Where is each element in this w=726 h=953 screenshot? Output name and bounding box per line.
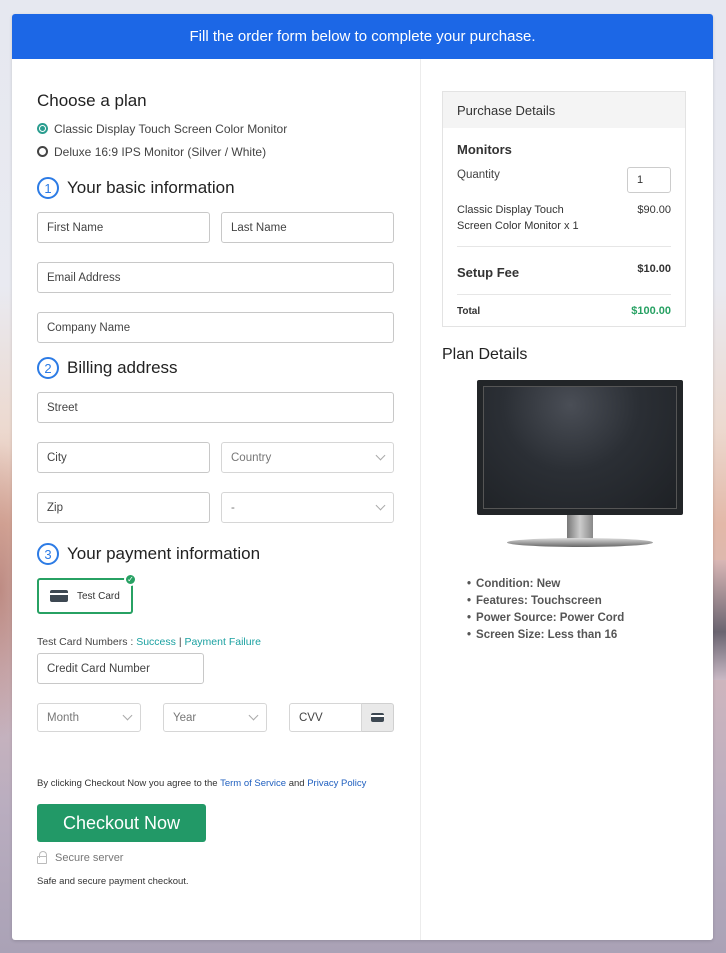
choose-plan-title: Choose a plan <box>37 91 147 110</box>
plan-details-title: Plan Details <box>442 346 528 363</box>
setup-fee-label: Setup Fee <box>457 265 520 280</box>
radio-unselected-icon[interactable] <box>37 146 48 157</box>
chevron-down-icon <box>248 710 259 721</box>
checkout-now-button[interactable]: Checkout Now <box>37 804 206 842</box>
cvv-input[interactable] <box>289 703 362 732</box>
line-item-name: Classic Display Touch Screen Color Monit… <box>457 204 579 232</box>
state-select-value: - <box>231 501 235 514</box>
header-banner: Fill the order form below to complete yo… <box>12 14 713 59</box>
state-select[interactable]: - <box>221 492 394 523</box>
section-title: Billing address <box>67 358 178 377</box>
secure-server: Secure server <box>37 851 420 864</box>
month-select[interactable]: Month <box>37 703 141 732</box>
total-row: Total $100.00 <box>457 295 671 326</box>
payment-heading: 3 Your payment information <box>37 543 420 565</box>
line-item: Classic Display Touch Screen Color Monit… <box>457 202 671 247</box>
quantity-label: Quantity <box>457 169 500 181</box>
checkmark-icon: ✓ <box>124 573 137 586</box>
monitor-base <box>507 538 653 547</box>
section-title: Your basic information <box>67 178 235 197</box>
chevron-down-icon <box>122 710 133 721</box>
plan-option-deluxe[interactable]: Deluxe 16:9 IPS Monitor (Silver / White) <box>37 140 420 163</box>
test-numbers-label: Test Card Numbers : <box>37 636 134 648</box>
payment-method-label: Test Card <box>77 590 120 602</box>
first-name-input[interactable] <box>37 212 210 243</box>
feature-item: Features: Touchscreen <box>467 593 688 610</box>
step-number-icon: 2 <box>37 357 59 379</box>
terms-of-service-link[interactable]: Term of Service <box>220 778 286 789</box>
terms-and: and <box>288 778 305 789</box>
setup-fee-row: Setup Fee $10.00 <box>457 247 671 295</box>
payment-failure-link[interactable]: Payment Failure <box>184 636 260 648</box>
feature-item: Screen Size: Less than 16 <box>467 627 688 644</box>
year-select[interactable]: Year <box>163 703 267 732</box>
step-number-icon: 3 <box>37 543 59 565</box>
monitor-stand <box>567 515 593 540</box>
quantity-input[interactable] <box>627 167 671 193</box>
billing-heading: 2 Billing address <box>37 357 420 379</box>
chevron-down-icon <box>375 500 386 511</box>
cvv-help-button[interactable] <box>362 703 394 732</box>
purchase-details-title: Purchase Details <box>443 92 685 128</box>
separator: | <box>178 636 182 648</box>
credit-card-icon <box>50 590 68 602</box>
feature-item: Condition: New <box>467 576 688 593</box>
cvv-group <box>289 703 394 732</box>
setup-fee-value: $10.00 <box>637 263 671 275</box>
last-name-input[interactable] <box>221 212 394 243</box>
card-number-input[interactable] <box>37 653 204 684</box>
city-input[interactable] <box>37 442 210 473</box>
purchase-details-box: Purchase Details Monitors Quantity Class… <box>442 91 686 327</box>
success-link[interactable]: Success <box>136 636 176 648</box>
lock-icon <box>37 851 47 864</box>
plan-option-label: Classic Display Touch Screen Color Monit… <box>54 121 288 136</box>
country-select-value: Country <box>231 451 272 464</box>
payment-method-test-card[interactable]: Test Card ✓ <box>37 573 137 614</box>
email-input[interactable] <box>37 262 394 293</box>
step-number-icon: 1 <box>37 177 59 199</box>
credit-card-icon <box>371 713 384 722</box>
test-card-numbers: Test Card Numbers : Success | Payment Fa… <box>37 636 420 648</box>
product-category: Monitors <box>457 142 512 157</box>
privacy-policy-link[interactable]: Privacy Policy <box>307 778 366 789</box>
safe-checkout-text: Safe and secure payment checkout. <box>37 876 189 887</box>
total-value: $100.00 <box>631 305 671 317</box>
company-input[interactable] <box>37 312 394 343</box>
year-select-value: Year <box>173 711 197 724</box>
plan-features-list: Condition: New Features: Touchscreen Pow… <box>467 576 688 644</box>
banner-text: Fill the order form below to complete yo… <box>189 28 536 45</box>
total-label: Total <box>457 305 481 317</box>
line-item-price: $90.00 <box>637 204 671 216</box>
month-select-value: Month <box>47 711 79 724</box>
feature-item: Power Source: Power Cord <box>467 610 688 627</box>
form-column: Choose a plan Classic Display Touch Scre… <box>12 59 421 940</box>
zip-input[interactable] <box>37 492 210 523</box>
section-title: Your payment information <box>67 544 261 563</box>
plan-option-label: Deluxe 16:9 IPS Monitor (Silver / White) <box>54 144 267 159</box>
plan-option-classic[interactable]: Classic Display Touch Screen Color Monit… <box>37 117 420 140</box>
street-input[interactable] <box>37 392 394 423</box>
summary-column: Purchase Details Monitors Quantity Class… <box>421 59 713 940</box>
order-form-card: Fill the order form below to complete yo… <box>12 14 713 940</box>
monitor-image <box>477 380 685 552</box>
basic-info-heading: 1 Your basic information <box>37 177 420 199</box>
radio-selected-icon[interactable] <box>37 123 48 134</box>
terms-text: By clicking Checkout Now you agree to th… <box>37 778 420 789</box>
secure-server-label: Secure server <box>55 852 124 864</box>
country-select[interactable]: Country <box>221 442 394 473</box>
monitor-screen <box>477 380 683 515</box>
terms-prefix: By clicking Checkout Now you agree to th… <box>37 778 218 789</box>
chevron-down-icon <box>375 450 386 461</box>
